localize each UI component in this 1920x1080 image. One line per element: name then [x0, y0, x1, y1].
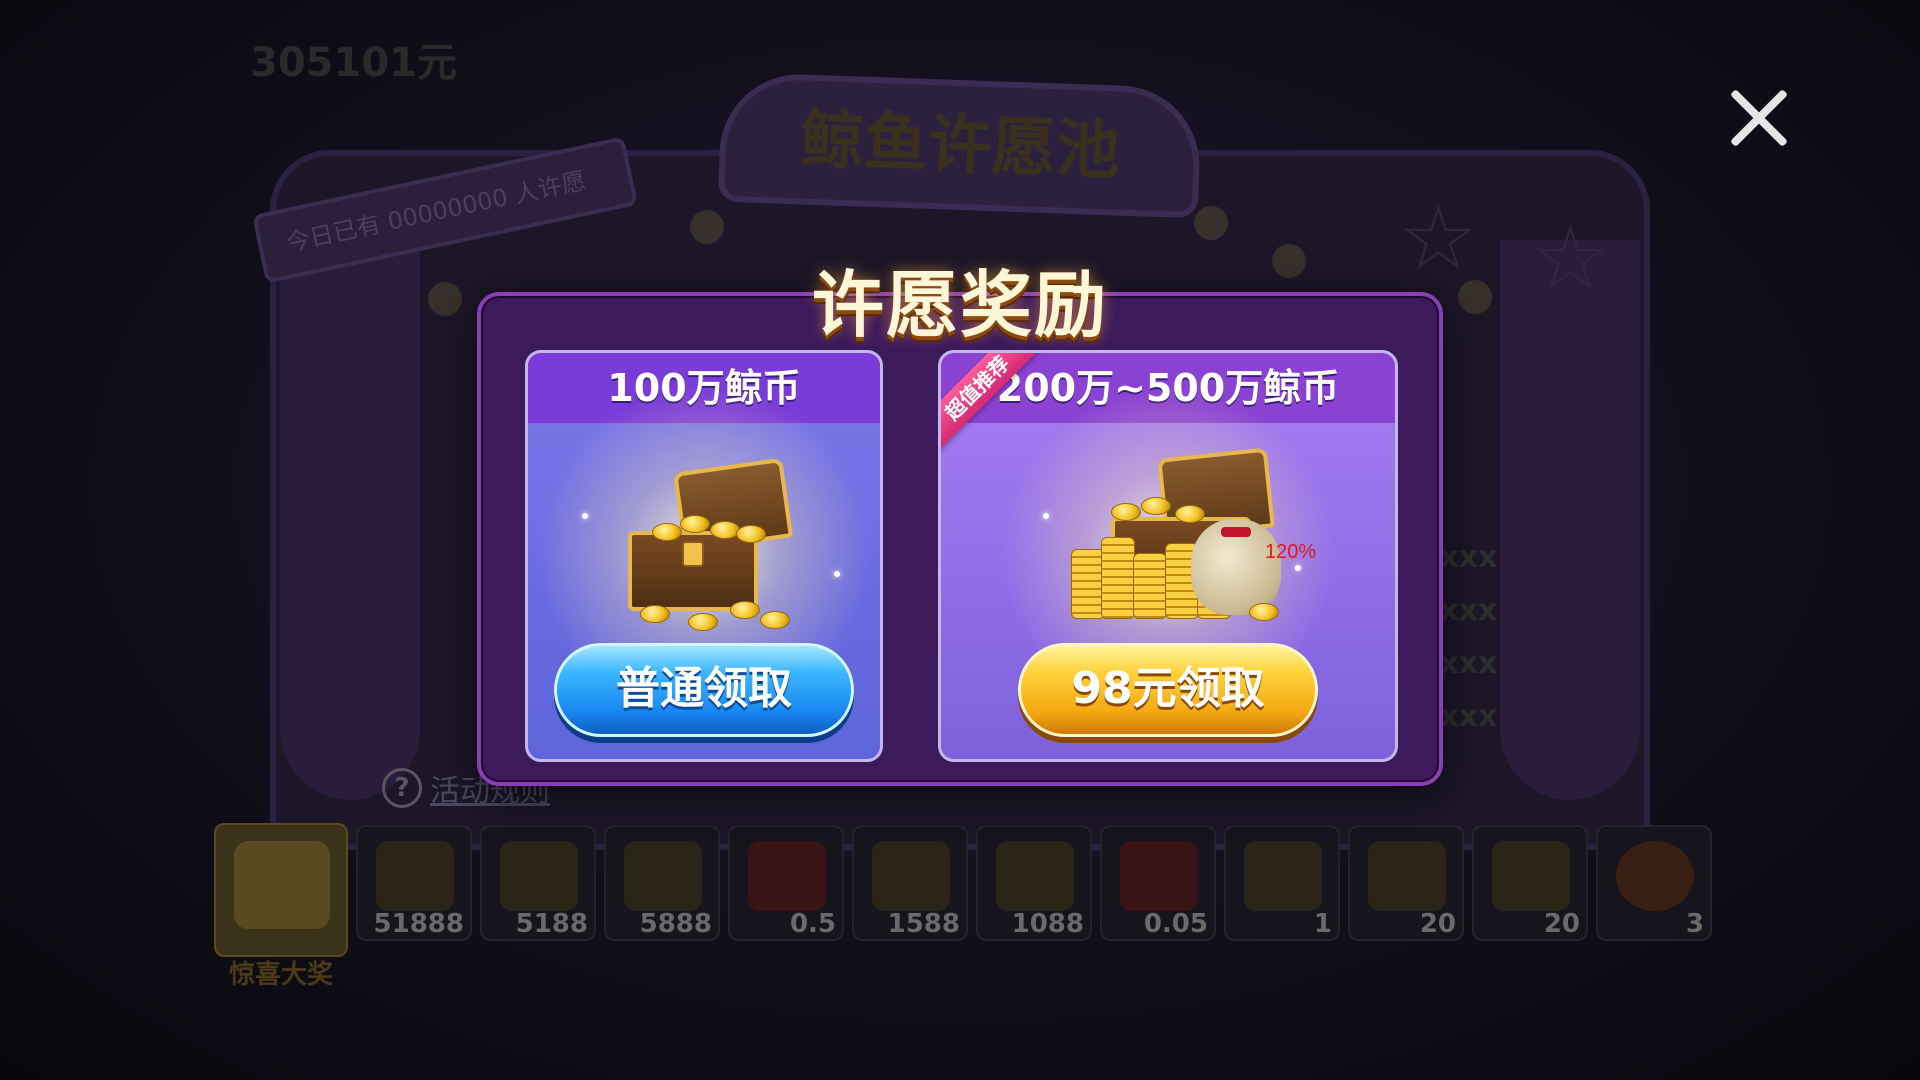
card-ticket-icon: [1244, 841, 1322, 911]
reward-qty: 1088: [1011, 909, 1084, 939]
reward-qty: 5188: [515, 909, 588, 939]
curtain-left: [280, 240, 420, 800]
red-packet-icon: [1120, 841, 1198, 911]
bonus-percent-label: 120%: [1265, 541, 1317, 563]
question-icon: ?: [382, 768, 422, 808]
reward-caption: 惊喜大奖: [228, 960, 333, 990]
target-lock-icon: [1616, 841, 1694, 911]
reward-slot[interactable]: 51888: [356, 825, 472, 941]
reward-strip: 惊喜大奖 51888 5188 5888 0.5 1588 1088 0.05 …: [214, 823, 1712, 990]
reward-card-premium: 200万~500万鲸币 超值推荐 120% 98元领取: [938, 350, 1398, 762]
reward-qty: 3: [1685, 909, 1704, 939]
coin-bags-icon: [500, 841, 578, 911]
reward-slot[interactable]: 20: [1472, 825, 1588, 941]
marquee-light: [428, 282, 462, 316]
reward-qty: 0.5: [789, 909, 836, 939]
close-icon[interactable]: [1725, 85, 1791, 151]
marquee-light: [690, 210, 724, 244]
sparkle-icon: [834, 571, 840, 577]
treasure-chest-icon: [234, 841, 330, 929]
treasure-chest-icon: [618, 457, 808, 631]
reward-slot[interactable]: 3: [1596, 825, 1712, 941]
reward-slot[interactable]: 0.5: [728, 825, 844, 941]
paid-claim-button[interactable]: 98元领取: [1018, 643, 1318, 737]
chest-icon: [624, 841, 702, 911]
reward-slot[interactable]: 20: [1348, 825, 1464, 941]
reward-slot[interactable]: 5888: [604, 825, 720, 941]
currency-balance: 305101元: [250, 40, 457, 86]
wishing-pool-marquee: 鲸鱼许愿池: [717, 71, 1203, 219]
modal-title: 许愿奖励: [811, 263, 1108, 347]
star-decoration-icon: ☆: [1530, 206, 1611, 311]
reward-qty: 5888: [639, 909, 712, 939]
reward-slot[interactable]: 0.05: [1100, 825, 1216, 941]
reward-card-normal: 100万鲸币 普通领取: [525, 350, 883, 762]
coin-stacks-icon: [996, 841, 1074, 911]
reward-qty: 1588: [887, 909, 960, 939]
reward-qty: 51888: [373, 909, 464, 939]
reward-slot[interactable]: 1588: [852, 825, 968, 941]
sparkle-icon: [582, 513, 588, 519]
curtain-right: [1500, 240, 1640, 800]
marquee-light: [1194, 206, 1228, 240]
gold-bars-icon: [376, 841, 454, 911]
reward-qty: 1: [1313, 909, 1332, 939]
sparkle-icon: [1043, 513, 1049, 519]
reward-slot[interactable]: 1: [1224, 825, 1340, 941]
reward-slot[interactable]: 1088: [976, 825, 1092, 941]
wish-reward-modal: 许愿奖励 100万鲸币 普通领取 200万~500万鲸币 超值推荐: [477, 263, 1443, 786]
normal-claim-button[interactable]: 普通领取: [554, 643, 854, 737]
reward-slot-grand-prize[interactable]: 惊喜大奖: [214, 823, 348, 990]
red-packet-icon: [748, 841, 826, 911]
reward-qty: 20: [1419, 909, 1456, 939]
bullet-icon: [1368, 841, 1446, 911]
reward-qty: 0.05: [1143, 909, 1208, 939]
torpedo-icon: [1492, 841, 1570, 911]
gold-fish-icon: [872, 841, 950, 911]
reward-qty: 20: [1543, 909, 1580, 939]
reward-slot[interactable]: 5188: [480, 825, 596, 941]
